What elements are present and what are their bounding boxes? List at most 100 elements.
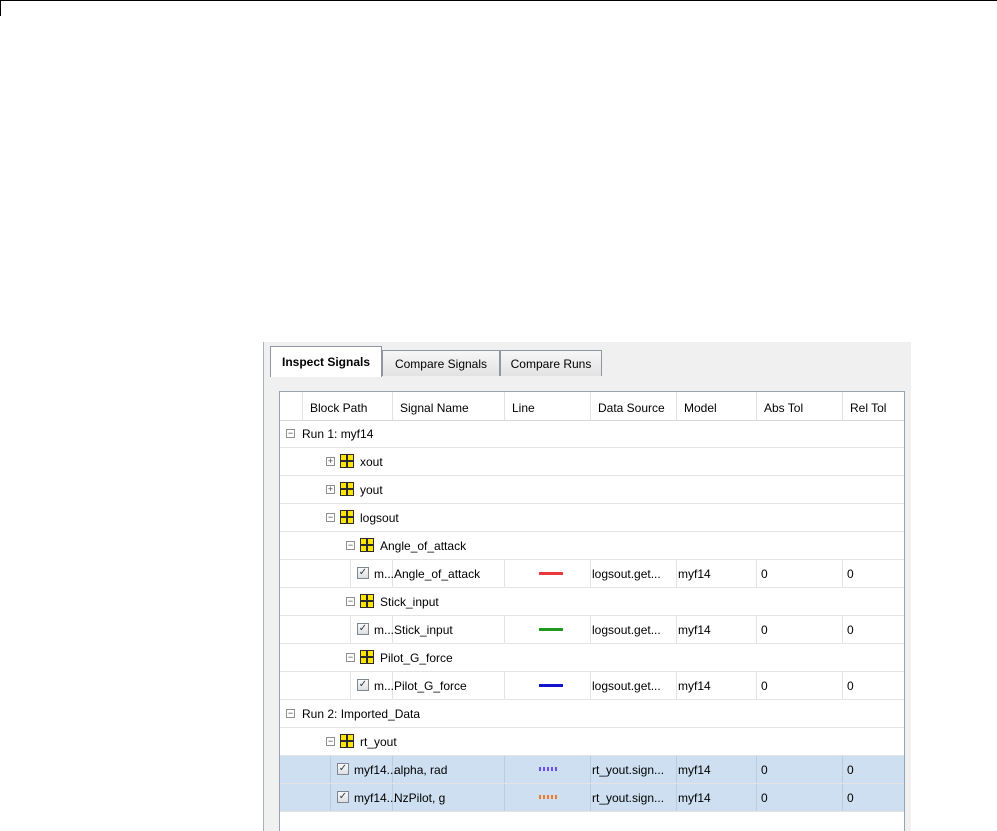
grid-line [590,616,591,643]
bus-signal-icon [340,510,354,524]
rel-tol-cell[interactable]: 0 [847,616,854,643]
data-source-cell: rt_yout.sign... [592,763,665,777]
table-row[interactable]: − Run 2: Imported_Data [280,700,904,728]
run-label: Run 2: Imported_Data [302,707,421,721]
grid-line [676,560,677,587]
table-row[interactable]: ✓ m... Stick_input logsout.get... myf14 0 0 [280,616,904,644]
table-row[interactable]: ✓ m... Pilot_G_force logsout.get... myf14 0 0 [280,672,904,700]
grid-line [756,616,757,643]
block-path-cell: m... [374,623,394,637]
table-row[interactable]: ✓ m... Angle_of_attack logsout.get... myf14 0… [280,560,904,588]
line-style-swatch[interactable] [539,767,559,771]
collapse-icon[interactable]: − [286,429,295,438]
grid-line [504,616,505,643]
group-label: logsout [360,511,399,525]
abs-tol-cell[interactable]: 0 [761,616,768,643]
grid-line [504,756,505,783]
data-source-cell: logsout.get... [592,567,661,581]
table-row[interactable]: − logsout [280,504,904,532]
left-edge-mark [0,0,1,16]
bus-signal-icon [340,482,354,496]
data-source-cell: logsout.get... [592,623,661,637]
table-row[interactable]: ✓ myf14... NzPilot, g rt_yout.sign... myf14 0… [280,784,904,812]
abs-tol-cell[interactable]: 0 [761,756,768,783]
rel-tol-cell[interactable]: 0 [847,672,854,699]
table-row[interactable]: ✓ myf14... alpha, rad rt_yout.sign... myf14 0… [280,756,904,784]
signal-checkbox[interactable]: ✓ [357,567,369,579]
model-cell: myf14 [678,623,711,637]
tab-compare-runs[interactable]: Compare Runs [500,350,602,376]
column-header-model[interactable]: Model [676,392,756,420]
bus-signal-icon [360,650,374,664]
expand-icon[interactable]: + [326,485,335,494]
signal-checkbox[interactable]: ✓ [337,791,349,803]
table-row[interactable]: − Pilot_G_force [280,644,904,672]
column-header-line[interactable]: Line [504,392,590,420]
line-style-swatch[interactable] [539,628,563,631]
panel-edge [263,342,264,831]
table-row[interactable]: − Run 1: myf14 [280,420,904,448]
grid-line [330,784,331,811]
table-row[interactable]: − Angle_of_attack [280,532,904,560]
tab-compare-signals[interactable]: Compare Signals [382,350,500,376]
top-border [0,0,997,1]
bus-signal-icon [360,538,374,552]
collapse-icon[interactable]: − [346,597,355,606]
collapse-icon[interactable]: − [346,541,355,550]
signal-name-cell: alpha, rad [394,763,448,777]
group-label: xout [360,455,383,469]
signal-checkbox[interactable]: ✓ [337,763,349,775]
block-path-cell: m... [374,567,394,581]
line-style-swatch[interactable] [539,684,563,687]
table-row[interactable]: − rt_yout [280,728,904,756]
expand-icon[interactable]: + [326,457,335,466]
grid-line [350,560,351,587]
rel-tol-cell[interactable]: 0 [847,560,854,587]
bus-signal-icon [340,454,354,468]
signal-checkbox[interactable]: ✓ [357,623,369,635]
table-row[interactable]: − Stick_input [280,588,904,616]
column-header-signal-name[interactable]: Signal Name [392,392,504,420]
group-label: Angle_of_attack [380,539,467,553]
table-row[interactable]: + yout [280,476,904,504]
abs-tol-cell[interactable]: 0 [761,672,768,699]
block-path-cell: m... [374,679,394,693]
grid-line [676,616,677,643]
data-source-cell: logsout.get... [592,679,661,693]
grid-line [676,784,677,811]
line-style-swatch[interactable] [539,795,559,799]
grid-line [350,616,351,643]
group-label: rt_yout [360,735,397,749]
collapse-icon[interactable]: − [326,513,335,522]
column-header-data-source[interactable]: Data Source [590,392,676,420]
group-label: Stick_input [380,595,439,609]
model-cell: myf14 [678,791,711,805]
bus-signal-icon [360,594,374,608]
column-header-rel-tol[interactable]: Rel Tol [842,392,904,420]
grid-line [590,784,591,811]
abs-tol-cell[interactable]: 0 [761,784,768,811]
collapse-icon[interactable]: − [346,653,355,662]
grid-line [842,560,843,587]
rel-tol-cell[interactable]: 0 [847,784,854,811]
table-row[interactable]: + xout [280,448,904,476]
grid-line [504,672,505,699]
tab-inspect-signals[interactable]: Inspect Signals [270,346,382,377]
line-style-swatch[interactable] [539,572,563,575]
collapse-icon[interactable]: − [286,709,295,718]
column-header-abs-tol[interactable]: Abs Tol [756,392,842,420]
model-cell: myf14 [678,763,711,777]
column-header-block-path[interactable]: Block Path [302,392,392,420]
grid-line [330,756,331,783]
rel-tol-cell[interactable]: 0 [847,756,854,783]
grid-line [842,616,843,643]
signal-table: Block Path Signal Name Line Data Source … [279,391,905,831]
abs-tol-cell[interactable]: 0 [761,560,768,587]
run-label: Run 1: myf14 [302,427,374,441]
grid-line [756,672,757,699]
group-label: yout [360,483,383,497]
signal-checkbox[interactable]: ✓ [357,679,369,691]
signal-name-cell: Stick_input [394,623,453,637]
collapse-icon[interactable]: − [326,737,335,746]
group-label: Pilot_G_force [380,651,453,665]
